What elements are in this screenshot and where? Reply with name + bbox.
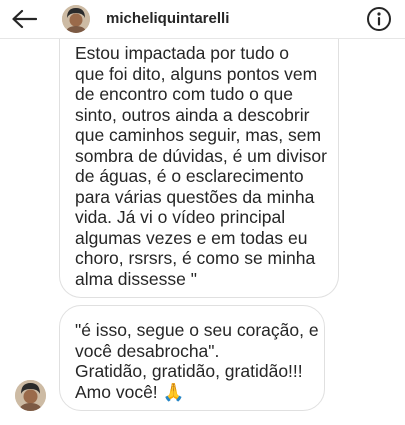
message-line: de encontro com tudo o que (75, 84, 293, 104)
chat-header: micheliquintarelli (0, 0, 405, 39)
message-line: que caminhos seguir, mas, sem (75, 125, 322, 145)
message-line: para várias questões da minha (75, 186, 315, 207)
back-arrow-icon (12, 9, 37, 29)
message-line: sombra de dúvidas, é um divisor (75, 145, 327, 166)
info-icon (367, 7, 391, 31)
message-line: "é isso, segue o seu coração, e (75, 320, 319, 340)
sender-avatar[interactable] (15, 380, 46, 411)
message-line: você desabrocha". (75, 340, 220, 361)
message-line: algumas vezes e em todas eu (75, 227, 308, 248)
message-line: Estou impactada por tudo o (75, 43, 290, 63)
message-line: alma dissesse " (75, 268, 197, 289)
back-button[interactable] (4, 2, 44, 36)
message-line: choro, rsrsrs, é como se minha (75, 248, 316, 268)
message-bubble[interactable]: Estou impactada por tudo o que foi dito,… (59, 18, 339, 298)
message-line: Amo você! 🙏 (75, 381, 185, 402)
message-line: sinto, outros ainda a descobrir (75, 104, 310, 125)
message-line: que foi dito, alguns pontos vem (75, 63, 318, 84)
info-button[interactable] (366, 6, 392, 32)
message-bubble[interactable]: "é isso, segue o seu coração, e você des… (59, 305, 325, 411)
message-line: de águas, é o esclarecimento (75, 166, 304, 186)
message-line: vida. Já vi o vídeo principal (75, 207, 286, 227)
chat-username[interactable]: micheliquintarelli (106, 10, 229, 27)
profile-avatar[interactable] (62, 5, 90, 33)
message-line: Gratidão, gratidão, gratidão!!! (75, 361, 303, 381)
